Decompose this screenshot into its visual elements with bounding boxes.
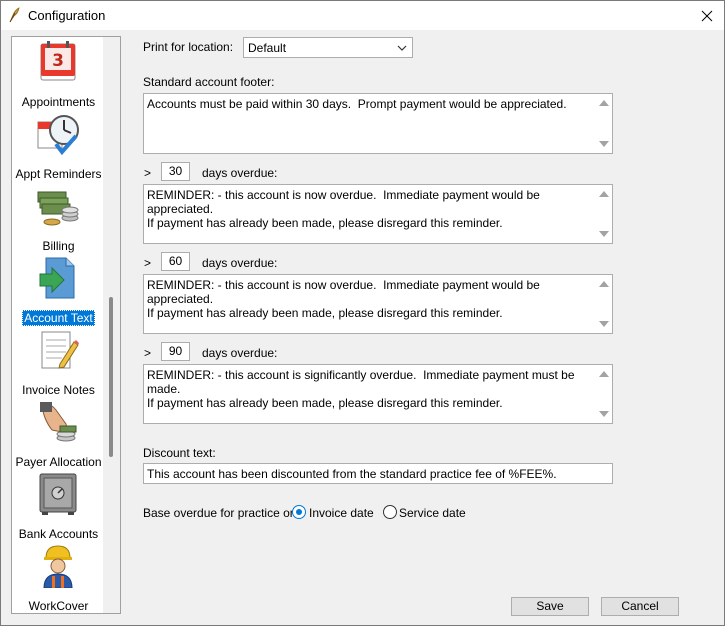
clock-check-icon [37, 115, 79, 156]
scroll-down-icon[interactable] [599, 411, 609, 417]
discount-text: This account has been discounted from th… [147, 467, 557, 481]
scroll-up-icon[interactable] [599, 191, 609, 197]
footer-textarea[interactable]: Accounts must be paid within 30 days. Pr… [143, 93, 613, 154]
overdue-60-prefix: > [144, 256, 152, 270]
overdue-30-textarea[interactable]: REMINDER: - this account is now overdue.… [143, 184, 613, 244]
overdue-60-textarea[interactable]: REMINDER: - this account is now overdue.… [143, 274, 613, 334]
sidebar-item-billing[interactable]: Billing [12, 182, 105, 254]
overdue-90-text: REMINDER: - this account is significantl… [147, 368, 575, 410]
overdue-30-scrollbar[interactable] [595, 185, 612, 243]
sidebar: 3 Appointments Appt Reminders Billing Ac… [11, 36, 121, 614]
calendar-day-text: 3 [52, 51, 64, 71]
cancel-button[interactable]: Cancel [601, 597, 679, 616]
money-icon [37, 191, 79, 226]
radio-service-date-label[interactable]: Service date [399, 506, 466, 520]
print-location-label: Print for location: [143, 40, 234, 54]
notepad-pencil-icon [41, 331, 79, 369]
footer-text: Accounts must be paid within 30 days. Pr… [147, 97, 567, 111]
overdue-60-days-input[interactable]: 60 [161, 252, 190, 271]
overdue-90-scrollbar[interactable] [595, 365, 612, 423]
overdue-30-suffix: days overdue: [202, 166, 278, 180]
hand-coins-icon [40, 402, 77, 442]
sidebar-item-label: Appointments [21, 95, 96, 109]
overdue-90-suffix: days overdue: [202, 346, 278, 360]
sidebar-item-label: WorkCover [28, 599, 89, 613]
sidebar-item-bank-accounts[interactable]: Bank Accounts [12, 470, 105, 542]
overdue-30-text: REMINDER: - this account is now overdue.… [147, 188, 540, 230]
sidebar-item-invoice-notes[interactable]: Invoice Notes [12, 326, 105, 398]
sidebar-item-label: Payer Allocation [15, 455, 102, 469]
safe-icon [39, 473, 77, 515]
sidebar-item-label: Bank Accounts [18, 527, 99, 541]
sidebar-scroll-thumb[interactable] [109, 297, 113, 457]
overdue-90-days-input[interactable]: 90 [161, 342, 190, 361]
footer-scrollbar[interactable] [595, 94, 612, 153]
overdue-90-prefix: > [144, 346, 152, 360]
overdue-60-scrollbar[interactable] [595, 275, 612, 333]
calendar-icon: 3 [40, 41, 76, 81]
discount-label: Discount text: [143, 446, 216, 460]
scroll-up-icon[interactable] [599, 100, 609, 106]
window-title: Configuration [28, 8, 106, 23]
sidebar-item-label: Account Text [22, 310, 95, 326]
scroll-up-icon[interactable] [599, 281, 609, 287]
overdue-30-prefix: > [144, 166, 152, 180]
radio-invoice-date[interactable] [292, 505, 306, 519]
print-location-select[interactable]: Default [243, 37, 413, 58]
scroll-down-icon[interactable] [599, 231, 609, 237]
sidebar-item-appointments[interactable]: 3 Appointments [12, 38, 105, 110]
print-location-value: Default [248, 41, 287, 55]
radio-invoice-date-label[interactable]: Invoice date [309, 506, 374, 520]
discount-text-input[interactable]: This account has been discounted from th… [143, 463, 613, 484]
configuration-window: Configuration 3 Appointments Appt Remind… [0, 0, 725, 626]
sidebar-item-label: Invoice Notes [22, 383, 95, 397]
base-overdue-label: Base overdue for practice on: [143, 506, 300, 520]
sidebar-item-payer-allocation[interactable]: Payer Allocation [12, 398, 105, 470]
sidebar-scrollbar[interactable] [103, 37, 120, 613]
title-bar: Configuration [1, 1, 724, 30]
overdue-60-suffix: days overdue: [202, 256, 278, 270]
radio-service-date[interactable] [383, 505, 397, 519]
sidebar-item-appt-reminders[interactable]: Appt Reminders [12, 110, 105, 182]
scroll-up-icon[interactable] [599, 371, 609, 377]
sidebar-item-label: Appt Reminders [15, 167, 102, 181]
chevron-down-icon [397, 45, 407, 51]
worker-icon [43, 545, 73, 588]
close-button[interactable] [690, 1, 724, 30]
scroll-down-icon[interactable] [599, 321, 609, 327]
overdue-60-text: REMINDER: - this account is now overdue.… [147, 278, 540, 320]
sidebar-item-workcover[interactable]: WorkCover [12, 542, 105, 613]
overdue-90-textarea[interactable]: REMINDER: - this account is significantl… [143, 364, 613, 424]
document-arrow-icon [39, 257, 75, 299]
sidebar-item-account-text[interactable]: Account Text [12, 254, 105, 326]
overdue-30-days-input[interactable]: 30 [161, 162, 190, 181]
save-button[interactable]: Save [511, 597, 589, 616]
close-icon [701, 10, 713, 21]
scroll-down-icon[interactable] [599, 141, 609, 147]
footer-label: Standard account footer: [143, 75, 275, 89]
app-feather-icon [9, 7, 20, 23]
sidebar-item-label: Billing [42, 239, 75, 253]
